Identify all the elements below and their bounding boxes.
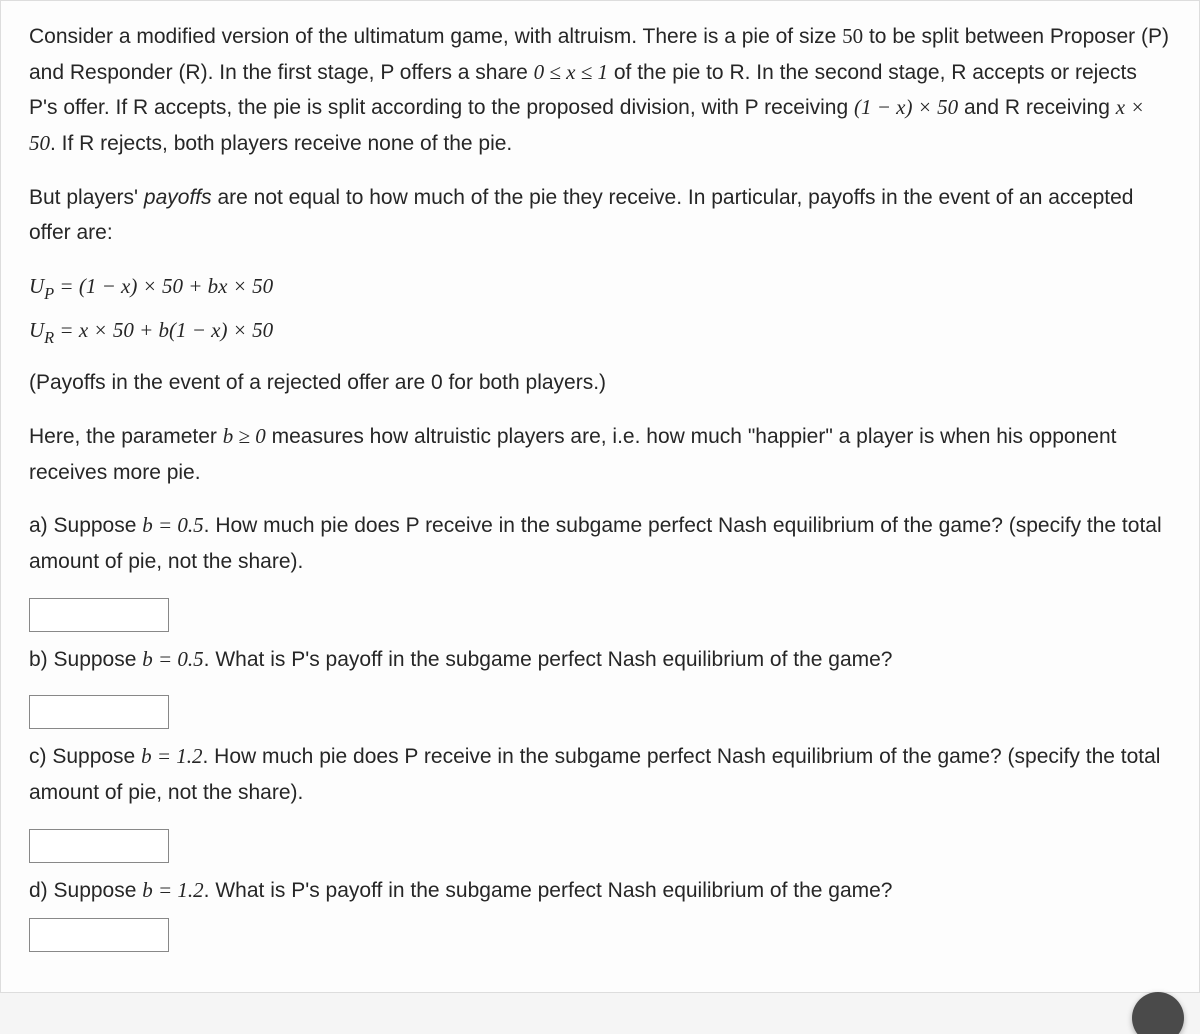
math-expr: (1 − x) × 50 bbox=[854, 95, 958, 119]
question-d: d) Suppose b = 1.2. What is P's payoff i… bbox=[29, 873, 1171, 953]
question-b: b) Suppose b = 0.5. What is P's payoff i… bbox=[29, 642, 1171, 730]
b-value: b = 0.5 bbox=[142, 647, 203, 671]
r-subscript: R bbox=[44, 328, 54, 347]
pie-size: 50 bbox=[842, 24, 863, 48]
up-rhs: = (1 − x) × 50 + bx × 50 bbox=[54, 274, 273, 298]
text: d) Suppose bbox=[29, 879, 142, 902]
u-symbol: U bbox=[29, 274, 44, 298]
altruism-paragraph: Here, the parameter b ≥ 0 measures how a… bbox=[29, 419, 1171, 490]
answer-input-b[interactable] bbox=[29, 695, 169, 729]
payoffs-intro: But players' payoffs are not equal to ho… bbox=[29, 180, 1171, 251]
text: . What is P's payoff in the subgame perf… bbox=[204, 648, 893, 671]
equation-up: UP = (1 − x) × 50 + bx × 50 bbox=[29, 269, 1171, 307]
math-expr: 0 ≤ x ≤ 1 bbox=[534, 60, 608, 84]
u-symbol: U bbox=[29, 318, 44, 342]
b-value: b = 0.5 bbox=[142, 513, 203, 537]
text: But players' bbox=[29, 186, 144, 209]
share-condition: 0 ≤ x ≤ 1 bbox=[534, 60, 608, 84]
answer-input-a[interactable] bbox=[29, 598, 169, 632]
question-a: a) Suppose b = 0.5. How much pie does P … bbox=[29, 508, 1171, 631]
text: and R receiving bbox=[958, 96, 1116, 119]
equation-ur: UR = x × 50 + b(1 − x) × 50 bbox=[29, 313, 1171, 351]
question-b-text: b) Suppose b = 0.5. What is P's payoff i… bbox=[29, 642, 1171, 678]
text: . If R rejects, both players receive non… bbox=[50, 132, 512, 155]
p-subscript: P bbox=[44, 284, 54, 303]
reject-note: (Payoffs in the event of a rejected offe… bbox=[29, 365, 1171, 401]
payoffs-word: payoffs bbox=[144, 186, 212, 209]
answer-input-c[interactable] bbox=[29, 829, 169, 863]
question-d-text: d) Suppose b = 1.2. What is P's payoff i… bbox=[29, 873, 1171, 909]
text: b) Suppose bbox=[29, 648, 142, 671]
text: Consider a modified version of the ultim… bbox=[29, 25, 842, 48]
text: Here, the parameter bbox=[29, 425, 223, 448]
ur-rhs: = x × 50 + b(1 − x) × 50 bbox=[54, 318, 273, 342]
question-a-text: a) Suppose b = 0.5. How much pie does P … bbox=[29, 508, 1171, 579]
p-receives: (1 − x) × 50 bbox=[854, 95, 958, 119]
intro-paragraph: Consider a modified version of the ultim… bbox=[29, 19, 1171, 162]
question-c: c) Suppose b = 1.2. How much pie does P … bbox=[29, 739, 1171, 862]
b-value: b = 1.2 bbox=[141, 744, 202, 768]
text: a) Suppose bbox=[29, 514, 142, 537]
scroll-top-button[interactable] bbox=[1132, 992, 1184, 1034]
b-condition: b ≥ 0 bbox=[223, 424, 266, 448]
text: . What is P's payoff in the subgame perf… bbox=[204, 879, 893, 902]
b-value: b = 1.2 bbox=[142, 878, 203, 902]
text: c) Suppose bbox=[29, 745, 141, 768]
question-c-text: c) Suppose b = 1.2. How much pie does P … bbox=[29, 739, 1171, 810]
answer-input-d[interactable] bbox=[29, 918, 169, 952]
question-page: Consider a modified version of the ultim… bbox=[0, 0, 1200, 993]
